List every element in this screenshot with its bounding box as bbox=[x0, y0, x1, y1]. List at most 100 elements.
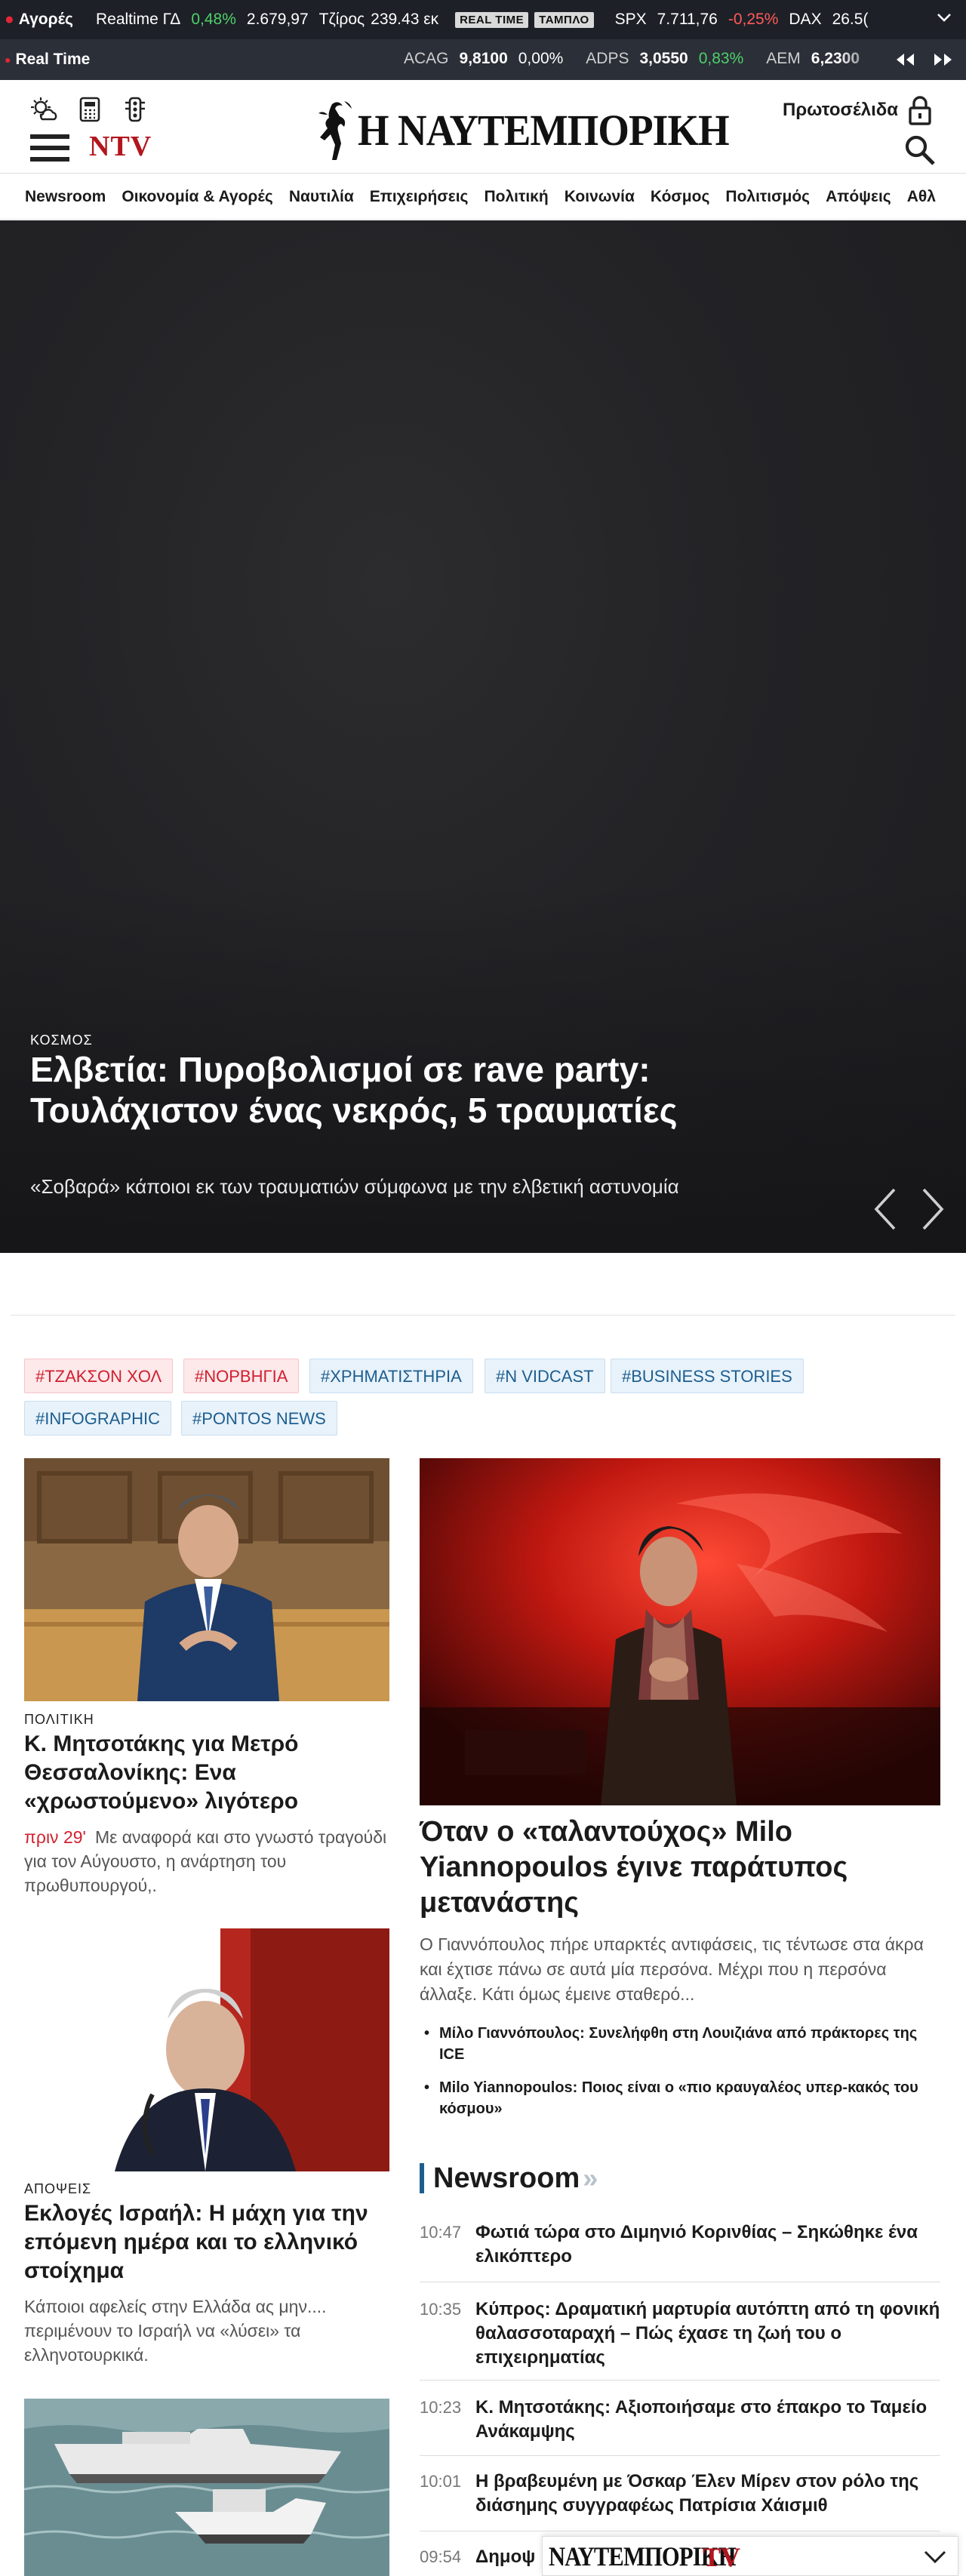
markets-dot: ● bbox=[5, 11, 14, 28]
fast-forward-icon[interactable] bbox=[933, 52, 954, 72]
article-image-boat[interactable] bbox=[24, 2399, 389, 2576]
nav-politics[interactable]: Πολιτική bbox=[484, 188, 548, 206]
realtime-badge[interactable]: REAL TIME bbox=[455, 11, 529, 28]
stock-acag-change: 0,00% bbox=[518, 50, 564, 67]
newsroom-heading[interactable]: Newsroom » bbox=[420, 2162, 598, 2195]
bullet-icon: • bbox=[424, 2079, 430, 2096]
tag-jackson-hole[interactable]: #ΤΖΑΚΣΟΝ ΧΟΛ bbox=[24, 1359, 174, 1393]
stock-adps-name[interactable]: ADPS bbox=[586, 50, 629, 68]
markets-label[interactable]: Αγορές bbox=[19, 11, 73, 29]
chevron-down-icon[interactable] bbox=[923, 2547, 947, 2569]
chevron-right-icon[interactable] bbox=[921, 1186, 946, 1236]
featured-related-2[interactable]: • Milo Yiannopoulos: Ποιος είναι ο «πιο κ… bbox=[420, 2077, 940, 2119]
ticker-fade bbox=[838, 39, 883, 80]
newsroom-time: 09:54 bbox=[420, 2547, 462, 2566]
newsroom-title[interactable]: Φωτιά τώρα στο Διμηνιό Κορινθίας – Σηκώθ… bbox=[475, 2221, 940, 2269]
article1-category[interactable]: ΠΟΛΙΤΙΚΗ bbox=[24, 1712, 94, 1728]
bullet-icon: • bbox=[424, 2025, 430, 2042]
tag-n-vidcast[interactable]: #N VIDCAST bbox=[485, 1359, 605, 1393]
ticker-turnover-name: Τζίρος bbox=[318, 11, 365, 28]
stock-acag-name[interactable]: ACAG bbox=[404, 50, 449, 68]
tag-infographic[interactable]: #INFOGRAPHIC bbox=[24, 1401, 172, 1436]
site-logo[interactable]: Η ΝΑΥΤΕΜΠΟΡΙΚΗ bbox=[358, 105, 730, 155]
ticker-spx-change: -0,25% bbox=[728, 11, 779, 28]
nav-shipping[interactable]: Ναυτιλία bbox=[289, 188, 354, 206]
ticker-gd-value: 2.679,97 bbox=[246, 11, 309, 28]
realtime-dot: ● bbox=[5, 54, 11, 66]
nav-society[interactable]: Κοινωνία bbox=[565, 188, 635, 206]
tag-stock-markets[interactable]: #ΧΡΗΜΑΤΙΣΤΗΡΙΑ bbox=[309, 1359, 473, 1393]
featured-image-milo[interactable] bbox=[420, 1458, 940, 1805]
featured-related-1-text[interactable]: Μίλο Γιαννόπουλος: Συνελήφθη στη Λουιζιά… bbox=[439, 2025, 917, 2063]
nav-culture[interactable]: Πολιτισμός bbox=[725, 188, 810, 206]
frontpages-link[interactable]: Πρωτοσέλιδα bbox=[783, 100, 898, 121]
hero-title[interactable]: Ελβετία: Πυροβολισμοί σε rave party: Του… bbox=[30, 1049, 694, 1131]
nav-newsroom[interactable]: Newsroom bbox=[25, 188, 106, 206]
section-divider bbox=[11, 1315, 955, 1316]
market-ticker: ● Αγορές Realtime ΓΔ 0,48% 2.679,97 Τζίρ… bbox=[0, 0, 966, 39]
ticker-dax-value: 26.5( bbox=[832, 11, 869, 28]
lock-icon[interactable] bbox=[907, 95, 933, 129]
double-chevron-icon: » bbox=[583, 2162, 598, 2193]
newsroom-item[interactable]: 10:23 Κ. Μητσοτάκης: Αξιοποιήσαμε στο έπ… bbox=[420, 2396, 940, 2456]
realtime-label[interactable]: Real Time bbox=[15, 51, 90, 69]
featured-title[interactable]: Όταν ο «ταλαντούχος» Milo Yiannopoulos έ… bbox=[420, 1814, 940, 1921]
article1-title[interactable]: Κ. Μητσοτάκης για Μετρό Θεσσαλονίκης: Εν… bbox=[24, 1730, 379, 1816]
ntv-floating-bar[interactable]: ΝΑΥΤΕΜΠΟΡΙΚΗ TV bbox=[542, 2536, 958, 2576]
main-nav: Newsroom Οικονομία & Αγορές Ναυτιλία Επι… bbox=[0, 174, 966, 220]
realtime-ticker: ● Real Time ACAG 9,8100 0,00% ADPS 3,055… bbox=[0, 39, 966, 80]
newsroom-title[interactable]: Κ. Μητσοτάκης: Αξιοποιήσαμε στο έπακρο τ… bbox=[475, 2396, 940, 2444]
newsroom-time: 10:23 bbox=[420, 2398, 462, 2417]
ticker-spx-name[interactable]: SPX bbox=[615, 11, 647, 29]
hamburger-menu-icon[interactable] bbox=[29, 133, 71, 167]
newsroom-accent bbox=[420, 2163, 424, 2193]
rewind-icon[interactable] bbox=[894, 52, 915, 72]
ticker-dax-name[interactable]: DAX bbox=[789, 11, 821, 29]
nav-world[interactable]: Κόσμος bbox=[651, 188, 709, 206]
newsroom-time: 10:01 bbox=[420, 2472, 462, 2491]
ticker-gd-name[interactable]: Realtime ΓΔ bbox=[96, 11, 180, 29]
stock-aem-name[interactable]: AEM bbox=[766, 50, 801, 68]
featured-related-2-text[interactable]: Milo Yiannopoulos: Ποιος είναι ο «πιο κρ… bbox=[439, 2079, 918, 2117]
newsroom-item[interactable]: 10:01 Η βραβευμένη με Όσκαρ Έλεν Μίρεν σ… bbox=[420, 2470, 940, 2531]
featured-desc: Ο Γιαννόπουλος πήρε υπαρκτές αντιφάσεις,… bbox=[420, 1934, 924, 2004]
article2-title[interactable]: Εκλογές Ισραήλ: Η μάχη για την επόμενη η… bbox=[24, 2199, 386, 2285]
tamplo-badge[interactable]: ΤΑΜΠΛΟ bbox=[534, 11, 594, 28]
article-image-parliament[interactable] bbox=[24, 1458, 389, 1701]
article-image-netanyahu[interactable] bbox=[24, 1928, 389, 2171]
newsroom-item[interactable]: 10:47 Φωτιά τώρα στο Διμηνιό Κορινθίας –… bbox=[420, 2221, 940, 2282]
article2-category[interactable]: ΑΠΟΨΕΙΣ bbox=[24, 2181, 91, 2197]
hermes-logo-icon bbox=[317, 100, 355, 167]
tag-pontos-news[interactable]: #PONTOS NEWS bbox=[181, 1401, 337, 1436]
ticker-turnover-value: 239.43 εκ bbox=[371, 11, 439, 28]
nav-opinions[interactable]: Απόψεις bbox=[826, 188, 891, 206]
tag-business-stories[interactable]: #BUSINESS STORIES bbox=[611, 1359, 804, 1393]
newsroom-title[interactable]: Η βραβευμένη με Όσκαρ Έλεν Μίρεν στον ρό… bbox=[475, 2470, 940, 2518]
newsroom-item[interactable]: 10:35 Κύπρος: Δραματική μαρτυρία αυτόπτη… bbox=[420, 2297, 940, 2381]
nav-economy[interactable]: Οικονομία & Αγορές bbox=[122, 188, 272, 206]
nav-sports[interactable]: Αθλ bbox=[907, 188, 936, 206]
stock-acag-value: 9,8100 bbox=[459, 50, 508, 67]
newsroom-time: 10:35 bbox=[420, 2300, 462, 2319]
newsroom-title[interactable]: Κύπρος: Δραματική μαρτυρία αυτόπτη από τ… bbox=[475, 2297, 940, 2370]
featured-related-1[interactable]: • Μίλο Γιαννόπουλος: Συνελήφθη στη Λουιζι… bbox=[420, 2023, 940, 2065]
chevron-left-icon[interactable] bbox=[872, 1186, 897, 1236]
site-header: NTV Η ΝΑΥΤΕΜΠΟΡΙΚΗ Πρωτοσέλιδα bbox=[0, 80, 966, 174]
newsroom-title[interactable]: Newsroom bbox=[433, 2162, 580, 2195]
search-icon[interactable] bbox=[904, 134, 936, 170]
ntv-link[interactable]: NTV bbox=[89, 130, 152, 163]
ticker-spx-value: 7.711,76 bbox=[657, 11, 718, 28]
hero-subtitle: «Σοβαρά» κάποιοι εκ των τραυματιών σύμφω… bbox=[30, 1175, 679, 1198]
article1-time: πριν 29' bbox=[24, 1827, 86, 1847]
traffic-light-icon[interactable] bbox=[124, 97, 146, 126]
article1-summary: πριν 29' Με αναφορά και στο γνωστό τραγού… bbox=[24, 1825, 394, 1897]
nav-business[interactable]: Επιχειρήσεις bbox=[370, 188, 469, 206]
weather-icon[interactable] bbox=[30, 97, 57, 126]
tag-norway[interactable]: #ΝΟΡΒΗΓΙΑ bbox=[183, 1359, 300, 1393]
chevron-down-icon[interactable] bbox=[936, 9, 952, 30]
hero-slider[interactable]: ΚΟΣΜΟΣ Ελβετία: Πυροβολισμοί σε rave par… bbox=[0, 220, 966, 1253]
ticker-gd-change: 0,48% bbox=[191, 11, 236, 28]
calculator-icon[interactable] bbox=[78, 97, 101, 126]
ntv-bar-tv[interactable]: TV bbox=[703, 2541, 740, 2573]
hero-category[interactable]: ΚΟΣΜΟΣ bbox=[30, 1033, 93, 1048]
